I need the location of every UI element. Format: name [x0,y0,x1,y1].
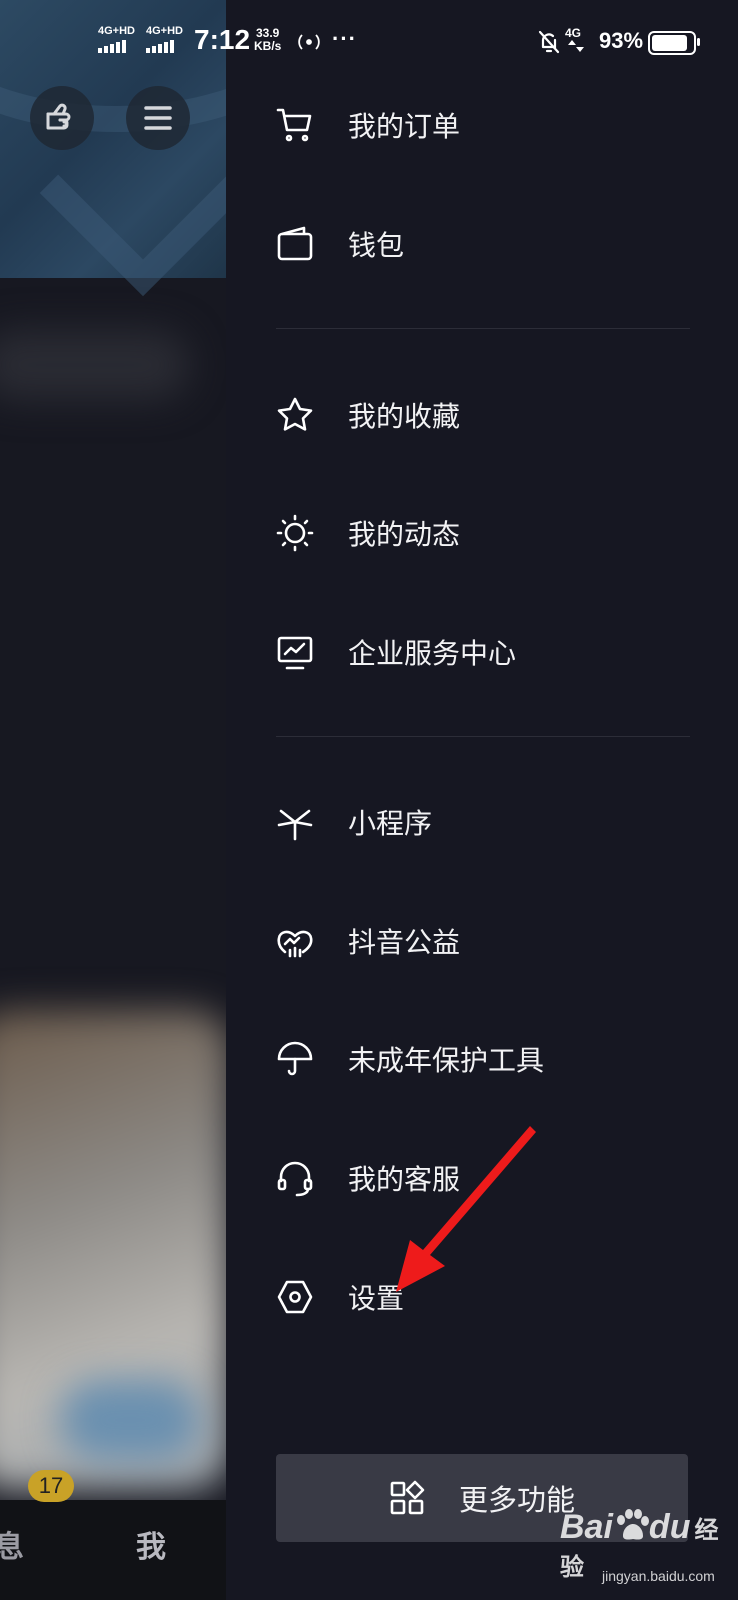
hand-pointer-icon [46,103,71,130]
battery-icon [648,31,700,55]
menu-item-wallet[interactable]: 钱包 [276,199,696,289]
star-icon [276,396,314,434]
menu-item-label: 小程序 [348,808,433,839]
menu-item-label: 未成年保护工具 [348,1045,545,1076]
network-type: 4G [565,26,582,40]
menu-item-mini-programs[interactable]: 小程序 [276,777,696,867]
sim2-signal: 4G+HD [146,26,183,53]
heart-charity-icon [276,922,314,960]
headset-icon [276,1159,314,1197]
menu-item-customer-service[interactable]: 我的客服 [276,1133,696,1223]
grid-apps-icon [390,1480,425,1515]
menu-item-label: 钱包 [348,230,405,261]
menu-item-orders[interactable]: 我的订单 [276,80,696,170]
sim1-signal: 4G+HD [98,26,135,53]
blurred-bubble [60,1380,200,1460]
speed-unit: KB/s [254,39,282,53]
sim1-label: 4G+HD [98,25,135,37]
monitor-chart-icon [276,633,314,671]
battery-percent: 93% [599,28,644,53]
blurred-text [0,330,190,400]
menu-item-activity[interactable]: 我的动态 [276,488,696,578]
menu-item-label: 我的订单 [348,111,461,142]
clock: 7:12 [194,24,251,55]
network-speed: 33.9 KB/s [254,27,281,53]
menu-item-label: 设置 [348,1283,405,1314]
cart-icon [276,106,314,144]
sun-icon [276,514,314,552]
paw-icon [616,1509,649,1540]
menu-item-label: 我的客服 [348,1164,461,1195]
divider [276,328,690,329]
background-page: 息 17 我 [0,0,226,1600]
mini-program-icon [276,803,314,841]
status-bar: 4G+HD 4G+HD 7:12 33.9 KB/s ··· 4G 93% [0,0,738,82]
menu-item-enterprise[interactable]: 企业服务中心 [276,607,696,697]
watermark-url: jingyan.baidu.com [602,1568,715,1584]
hand-pointer-button[interactable] [30,86,94,150]
settings-hexagon-icon [276,1278,314,1316]
menu-item-label: 我的动态 [348,519,461,550]
menu-item-settings[interactable]: 设置 [276,1252,696,1342]
more-functions-label: 更多功能 [458,1485,575,1517]
sim2-label: 4G+HD [146,25,183,37]
menu-item-charity[interactable]: 抖音公益 [276,896,696,986]
message-count-badge: 17 [28,1470,74,1502]
hotspot-icon [298,34,320,50]
bell-muted-icon [538,30,560,54]
menu-item-label: 我的收藏 [348,401,461,432]
menu-item-minor-protection[interactable]: 未成年保护工具 [276,1014,696,1104]
data-arrows-icon [568,40,584,52]
divider [276,736,690,737]
umbrella-icon [276,1040,314,1078]
menu-item-favorites[interactable]: 我的收藏 [276,370,696,460]
more-status-dots: ··· [332,26,357,51]
menu-item-label: 企业服务中心 [348,638,517,669]
tab-me[interactable]: 我 [136,1522,166,1566]
tab-messages[interactable]: 息 [0,1522,24,1566]
menu-button[interactable] [126,86,190,150]
watermark-brand: Bai [560,1508,613,1546]
bottom-tab-bar [0,1500,226,1600]
watermark-brand-suffix: du [648,1508,691,1546]
hamburger-icon [144,106,172,130]
wallet-icon [276,225,314,263]
menu-item-label: 抖音公益 [348,927,461,958]
